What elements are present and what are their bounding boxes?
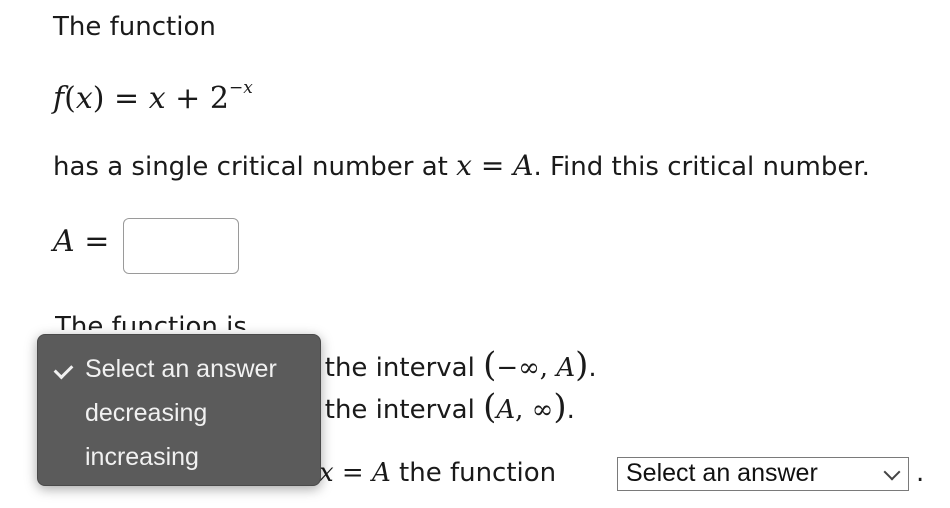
increasing-interval-line: n the interval (A, ∞).	[300, 390, 575, 424]
prompt-A: A	[513, 149, 534, 182]
interval2-period: .	[566, 395, 575, 425]
formula-lparen: (	[64, 81, 76, 116]
answer-label-A: A	[53, 224, 75, 259]
critical-number-prompt: has a single critical number at x = A. F…	[53, 149, 870, 182]
interval2-A: A	[496, 395, 516, 425]
formula-base: 2	[209, 81, 229, 116]
interval1-text: n the interval	[300, 353, 484, 383]
interval1-comma: ,	[539, 353, 557, 383]
extremum-select[interactable]: Select an answer	[617, 457, 909, 491]
formula-rparen: )	[92, 81, 105, 116]
formula-eq: =	[114, 81, 140, 116]
prompt-eq: =	[471, 149, 514, 182]
dropdown-option-increasing[interactable]: increasing	[85, 443, 199, 472]
answer-input[interactable]	[123, 218, 239, 274]
interval2-open: (	[483, 387, 497, 427]
extremum-eq: =	[333, 458, 372, 488]
formula-x2: x	[148, 81, 166, 116]
decreasing-interval-line: n the interval (−∞, A).	[300, 348, 597, 382]
function-formula: f(x) = x + 2−x	[53, 80, 253, 116]
extremum-line: r x = A the function	[300, 460, 556, 486]
intro-text: The function	[53, 12, 216, 42]
interval1-neg-inf: −∞	[496, 353, 540, 383]
extremum-var: x	[318, 458, 334, 488]
prompt-suffix: . Find this critical number.	[533, 152, 870, 182]
end-period: .	[916, 458, 925, 488]
prompt-prefix: has a single critical number at	[53, 152, 457, 182]
interval1-A: A	[556, 353, 576, 383]
formula-exponent: −x	[228, 78, 253, 98]
dropdown-option-select[interactable]: Select an answer	[85, 355, 277, 384]
interval2-close: )	[553, 387, 567, 427]
interval2-comma: ,	[515, 395, 532, 425]
interval1-period: .	[588, 353, 597, 383]
interval1-close: )	[575, 345, 589, 385]
extremum-suffix: the function	[390, 458, 557, 488]
interval2-inf: ∞	[531, 395, 554, 425]
formula-f: f	[53, 81, 65, 116]
extremum-select-value: Select an answer	[626, 459, 818, 487]
behavior-dropdown-menu[interactable]: Select an answer decreasing increasing	[37, 334, 321, 486]
chevron-down-icon	[883, 463, 901, 481]
interval2-text: n the interval	[300, 395, 484, 425]
formula-plus: +	[175, 81, 201, 116]
prompt-var: x	[456, 149, 472, 182]
interval1-open: (	[483, 345, 497, 385]
extremum-A: A	[371, 458, 391, 488]
dropdown-option-decreasing[interactable]: decreasing	[85, 399, 207, 428]
answer-label-eq: =	[74, 224, 110, 259]
answer-label: A =	[53, 227, 109, 257]
checkmark-icon	[53, 359, 74, 380]
formula-x: x	[75, 81, 93, 116]
